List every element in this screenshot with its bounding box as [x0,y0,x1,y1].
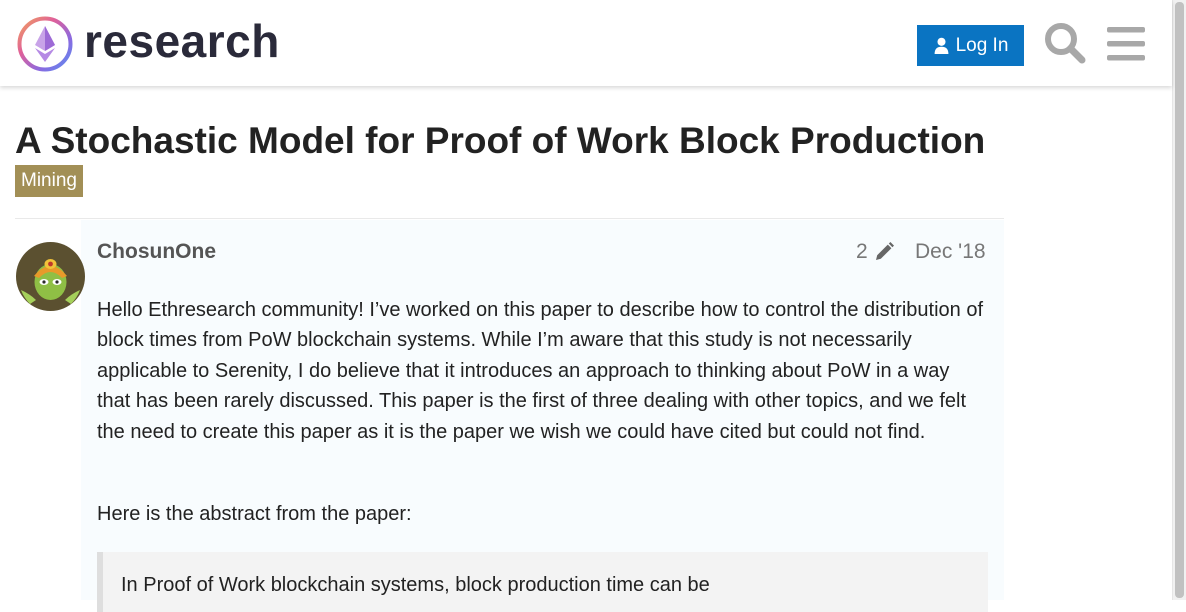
title-divider [15,218,1004,219]
edit-count: 2 [856,240,868,263]
topic-title[interactable]: A Stochastic Model for Proof of Work Blo… [15,120,985,162]
post-paragraph: Here is the abstract from the paper: [97,503,412,525]
blockquote-text: In Proof of Work blockchain systems, blo… [121,574,710,596]
site-logo-icon[interactable] [16,15,74,73]
site-title[interactable]: research [84,14,280,68]
avatar-image [16,242,85,311]
user-avatar[interactable] [16,242,85,311]
user-icon [934,37,948,54]
edit-history-button[interactable]: 2 [856,240,895,264]
post-paragraph: Hello Ethresearch community! I’ve worked… [97,299,983,443]
category-badge[interactable]: Mining [15,165,83,197]
page-scrollbar[interactable] [1172,0,1186,600]
site-header: research Log In [0,0,1172,86]
post-username[interactable]: ChosunOne [97,240,216,264]
login-label: Log In [955,34,1009,56]
abstract-blockquote: In Proof of Work blockchain systems, blo… [97,552,988,612]
pencil-icon [875,242,894,260]
scrollbar-thumb[interactable] [1175,2,1184,598]
login-button[interactable]: Log In [917,25,1024,66]
hamburger-menu-icon[interactable] [1107,24,1145,64]
post-date[interactable]: Dec '18 [915,240,986,264]
search-icon[interactable] [1043,21,1087,65]
